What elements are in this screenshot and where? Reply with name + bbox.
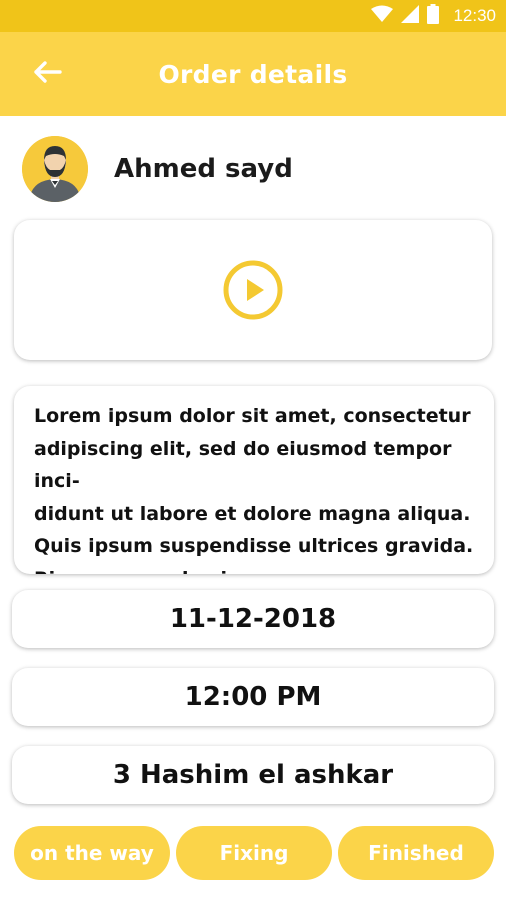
play-button[interactable] <box>222 259 284 321</box>
status-bar: 12:30 <box>0 0 506 32</box>
arrow-left-icon <box>32 60 62 88</box>
video-card <box>14 220 492 360</box>
signal-icon <box>401 5 420 27</box>
play-circle-icon <box>223 260 283 320</box>
customer-profile: Ahmed sayd <box>22 136 293 202</box>
on-the-way-button[interactable]: on the way <box>14 826 170 880</box>
app-bar: Order details <box>0 32 506 116</box>
fixing-button[interactable]: Fixing <box>176 826 332 880</box>
status-actions: on the way Fixing Finished <box>14 826 494 880</box>
status-time: 12:30 <box>453 6 496 25</box>
customer-name: Ahmed sayd <box>114 154 293 184</box>
time-field: 12:00 PM <box>12 668 494 726</box>
back-button[interactable] <box>30 60 64 88</box>
wifi-icon <box>371 5 394 27</box>
date-field: 11-12-2018 <box>12 590 494 648</box>
description-card: Lorem ipsum dolor sit amet, consectetur … <box>14 386 494 574</box>
finished-button[interactable]: Finished <box>338 826 494 880</box>
avatar <box>22 136 88 202</box>
battery-icon <box>427 4 440 28</box>
order-description: Lorem ipsum dolor sit amet, consectetur … <box>34 405 474 574</box>
address-field: 3 Hashim el ashkar <box>12 746 494 804</box>
page-title: Order details <box>158 59 348 89</box>
